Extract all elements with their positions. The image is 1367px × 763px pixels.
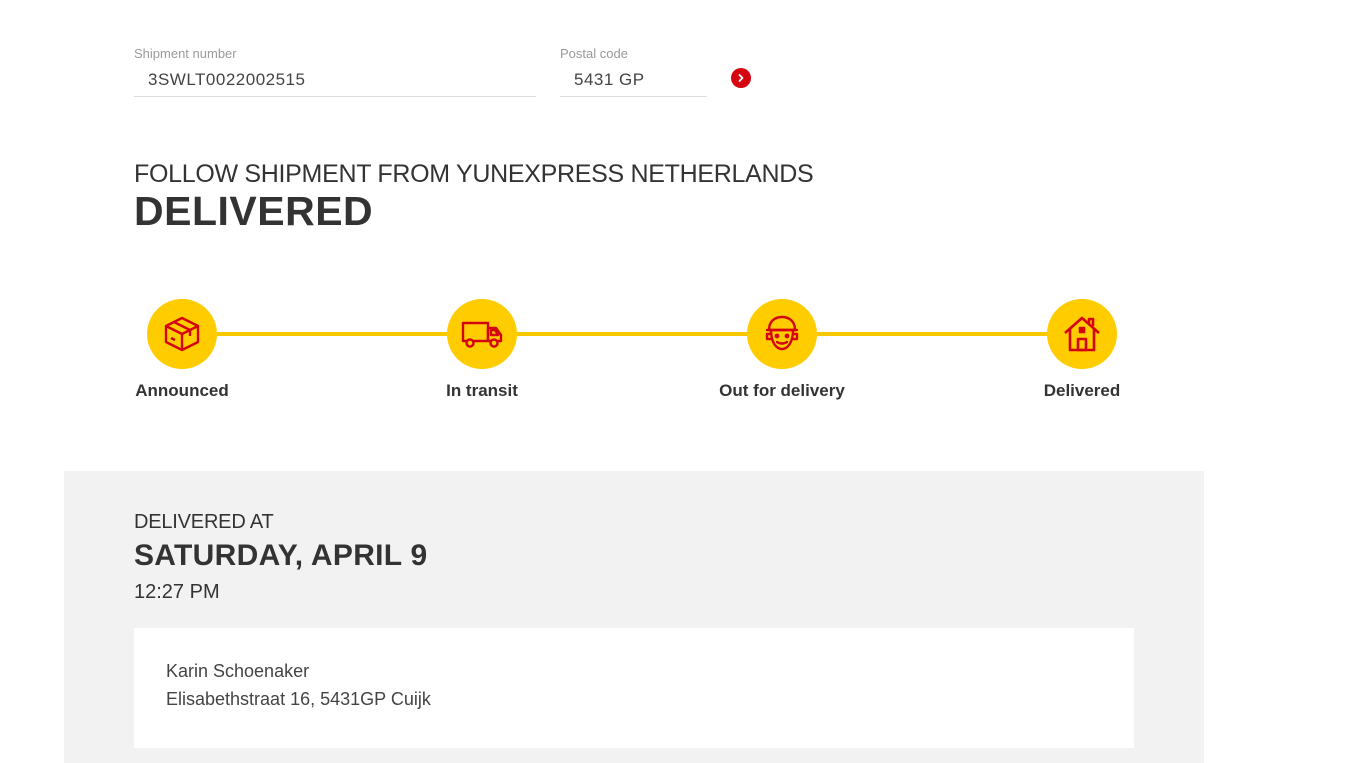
recipient-card: Karin Schoenaker Elisabethstraat 16, 543… xyxy=(134,628,1134,748)
step-label: Announced xyxy=(135,381,229,400)
delivered-time: 12:27 PM xyxy=(134,581,220,603)
delivered-at-heading: DELIVERED AT xyxy=(134,511,274,533)
postal-code-input[interactable] xyxy=(560,64,707,97)
shipment-number-field: Shipment number xyxy=(134,46,536,97)
truck-icon xyxy=(461,321,503,348)
postal-code-label: Postal code xyxy=(560,46,628,61)
step-circle xyxy=(447,299,517,369)
recipient-name: Karin Schoenaker xyxy=(166,661,310,681)
chevron-right-icon xyxy=(738,74,744,82)
track-submit-button[interactable] xyxy=(731,68,751,88)
recipient-address: Elisabethstraat 16, 5431GP Cuijk xyxy=(166,689,431,709)
step-circle xyxy=(147,299,217,369)
delivered-date: SATURDAY, APRIL 9 xyxy=(134,539,428,572)
delivery-details-panel: DELIVERED AT SATURDAY, APRIL 9 12:27 PM … xyxy=(64,471,1204,763)
step-circle xyxy=(747,299,817,369)
postal-code-field: Postal code xyxy=(560,46,707,97)
courier-icon xyxy=(765,315,799,351)
step-circle xyxy=(1047,299,1117,369)
step-announced: Announced xyxy=(82,299,282,401)
shipment-status-title: DELIVERED xyxy=(134,188,374,234)
shipment-number-label: Shipment number xyxy=(134,46,237,61)
step-in-transit: In transit xyxy=(382,299,582,401)
step-label: In transit xyxy=(446,381,518,400)
shipment-number-input[interactable] xyxy=(134,64,536,97)
house-icon xyxy=(1064,316,1100,352)
step-label: Out for delivery xyxy=(719,381,845,400)
package-icon xyxy=(164,316,200,352)
step-out-for-delivery: Out for delivery xyxy=(682,299,882,401)
shipment-origin-title: FOLLOW SHIPMENT FROM YUNEXPRESS NETHERLA… xyxy=(134,160,814,188)
step-label: Delivered xyxy=(1043,381,1121,400)
progress-line xyxy=(182,332,1082,336)
step-delivered: Delivered xyxy=(982,299,1182,401)
tracking-page: Shipment number Postal code FOLLOW SHIPM… xyxy=(0,0,1367,763)
